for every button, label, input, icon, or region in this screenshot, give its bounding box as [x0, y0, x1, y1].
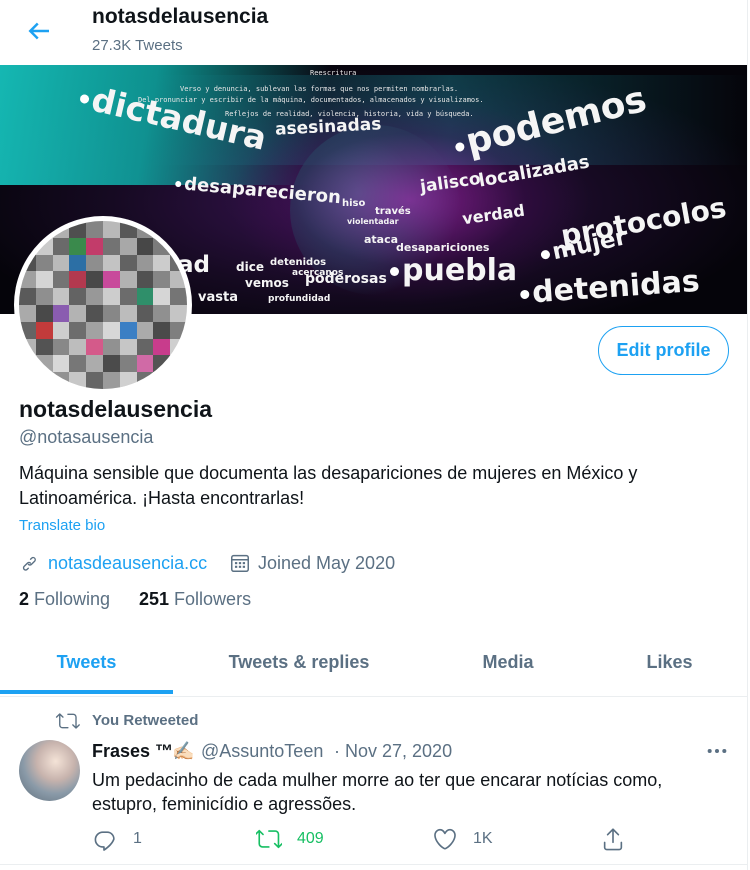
calendar-icon [231, 554, 249, 572]
banner-word: vemos [245, 276, 289, 290]
following-label: Following [34, 589, 111, 609]
retweet-icon [256, 829, 282, 849]
retweet-icon [55, 713, 80, 729]
banner-word: dice [236, 260, 264, 274]
tweet-separator: · [334, 741, 340, 761]
tweet-text: Um pedacinho de cada mulher morre ao ter… [92, 770, 663, 814]
banner-word: profundidad [268, 294, 331, 304]
banner-word: hiso [342, 198, 366, 209]
retweet-context: You Retweeted [92, 712, 199, 729]
banner-word: poderosas [305, 271, 387, 287]
like-count: 1K [473, 830, 493, 847]
tab-media[interactable]: Media [425, 627, 591, 697]
active-tab-indicator [0, 690, 173, 694]
tweet-count: 27.3K Tweets [92, 37, 183, 54]
tweet-author-name[interactable]: Frases ™ [92, 741, 173, 762]
banner-word: través [375, 206, 411, 217]
profile-bio: Máquina sensible que documenta las desap… [19, 463, 638, 508]
banner-word: vasta [198, 290, 238, 305]
like-icon [434, 828, 456, 850]
tweet-author-emoji: ✍🏻 [172, 741, 195, 761]
following-count: 2 [19, 589, 30, 609]
reply-count: 1 [133, 830, 142, 847]
banner-word: ataca [364, 233, 399, 246]
following-stat[interactable]: 2 Following [19, 589, 110, 610]
share-icon [603, 828, 623, 851]
profile-name: notasdelausencia [19, 396, 213, 422]
translate-bio-link[interactable]: Translate bio [19, 517, 105, 534]
joined-date: Joined May 2020 [258, 553, 396, 573]
followers-label: Followers [174, 589, 252, 609]
followers-count: 251 [139, 589, 170, 609]
tab-likes[interactable]: Likes [591, 627, 748, 697]
header-title: notasdelausencia [92, 5, 269, 28]
retweet-action[interactable]: 409 [256, 826, 324, 852]
tab-tweets[interactable]: Tweets [0, 627, 173, 697]
edit-profile-button[interactable]: Edit profile [598, 326, 729, 375]
banner-word: puebla [390, 253, 517, 288]
profile-handle: @notasausencia [19, 427, 154, 447]
banner-word: Reescritura [310, 69, 357, 77]
tweet-date[interactable]: Nov 27, 2020 [345, 741, 452, 762]
divider [0, 864, 748, 865]
more-icon[interactable] [706, 742, 728, 760]
tab-tweets-replies[interactable]: Tweets & replies [173, 627, 425, 697]
banner-caption: Verso y denuncia, sublevan las formas qu… [180, 85, 459, 93]
like-action[interactable]: 1K [432, 826, 493, 852]
website-link[interactable]: notasdeausencia.cc [48, 553, 207, 574]
avatar[interactable] [19, 221, 187, 389]
profile-header: notasdelausencia 27.3K Tweets [0, 0, 748, 65]
followers-stat[interactable]: 251 Followers [139, 589, 251, 610]
share-action[interactable] [600, 826, 641, 852]
retweet-count: 409 [297, 830, 324, 847]
divider [747, 0, 748, 870]
profile-tabs: Tweets Tweets & replies Media Likes [0, 627, 748, 697]
tweet-author-handle[interactable]: @AssuntoTeen [201, 741, 323, 762]
banner-word: detenidos [270, 257, 327, 268]
reply-icon [94, 831, 115, 851]
banner-word: violentadar [347, 217, 399, 226]
back-arrow-icon[interactable] [24, 16, 54, 46]
reply-action[interactable]: 1 [92, 826, 142, 852]
link-icon [22, 556, 36, 571]
tweet-author-avatar[interactable] [19, 740, 80, 801]
